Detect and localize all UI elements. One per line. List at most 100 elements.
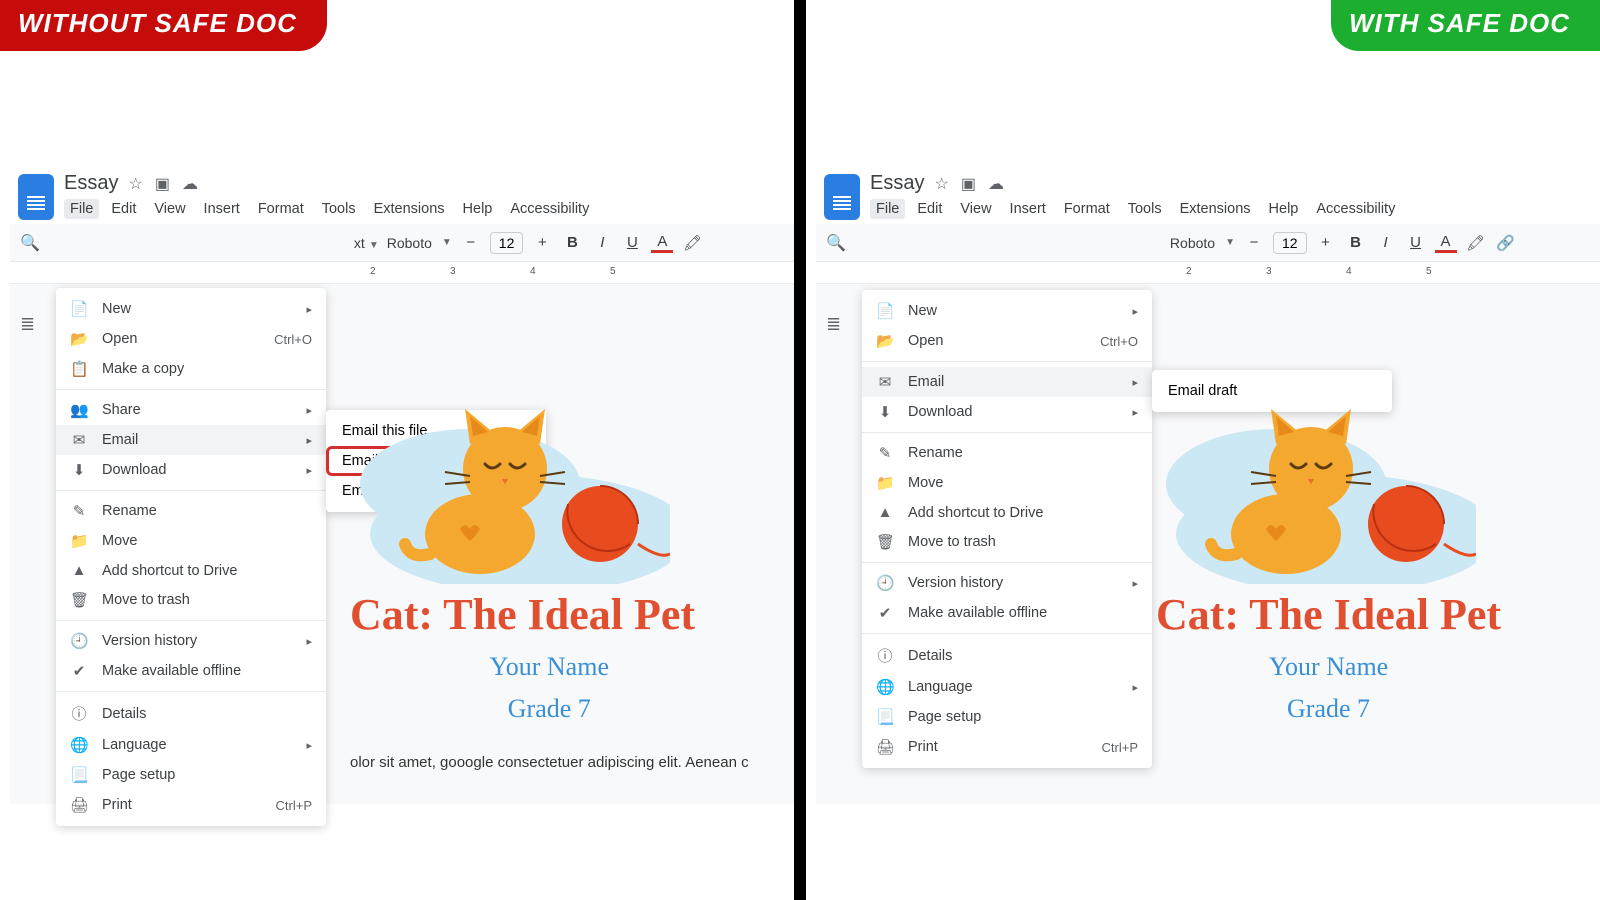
- file-menu-page-setup[interactable]: 📃Page setup: [862, 702, 1152, 732]
- menu-extensions[interactable]: Extensions: [368, 199, 451, 219]
- decrease-font-size-button[interactable]: −: [1243, 234, 1265, 251]
- menu-item-label: Move: [102, 533, 312, 549]
- file-menu-download[interactable]: ⬇Download▸: [56, 455, 326, 485]
- file-menu-version-history[interactable]: 🕘Version history▸: [56, 626, 326, 656]
- menu-file[interactable]: File: [870, 199, 905, 219]
- move-folder-icon[interactable]: ▣: [155, 174, 170, 194]
- document-title[interactable]: Essay: [64, 172, 118, 195]
- submenu-arrow-icon: ▸: [1132, 376, 1138, 389]
- outline-toggle-icon[interactable]: ≣: [826, 314, 841, 335]
- file-menu-make-available-offline[interactable]: ✔Make available offline: [56, 656, 326, 686]
- menu-accessibility[interactable]: Accessibility: [1310, 199, 1401, 219]
- file-menu-email[interactable]: ✉Email▸: [862, 367, 1152, 397]
- underline-button[interactable]: U: [1405, 234, 1427, 251]
- docs-logo-icon[interactable]: [824, 174, 860, 220]
- document-subheading-name: Your Name: [1156, 652, 1501, 682]
- file-menu-download[interactable]: ⬇Download▸: [862, 397, 1152, 427]
- file-menu-language[interactable]: 🌐Language▸: [56, 730, 326, 760]
- star-icon[interactable]: ☆: [128, 174, 142, 194]
- menu-view[interactable]: View: [954, 199, 997, 219]
- file-menu-rename[interactable]: ✎Rename: [56, 496, 326, 526]
- file-menu-move[interactable]: 📁Move: [56, 526, 326, 556]
- menu-item-label: Details: [102, 706, 312, 722]
- file-menu-print[interactable]: 🖨PrintCtrl+P: [862, 732, 1152, 762]
- menu-tools[interactable]: Tools: [316, 199, 362, 219]
- menu-format[interactable]: Format: [1058, 199, 1116, 219]
- file-menu-make-a-copy[interactable]: 📋Make a copy: [56, 354, 326, 384]
- search-icon[interactable]: 🔍: [826, 233, 846, 253]
- file-menu-open[interactable]: 📂OpenCtrl+O: [862, 326, 1152, 356]
- search-icon[interactable]: 🔍: [20, 233, 40, 253]
- new-icon: 📄: [70, 300, 88, 318]
- menu-help[interactable]: Help: [1263, 199, 1305, 219]
- move-folder-icon[interactable]: ▣: [961, 174, 976, 194]
- italic-button[interactable]: I: [591, 234, 613, 251]
- menu-tools[interactable]: Tools: [1122, 199, 1168, 219]
- font-family-selector[interactable]: Roboto: [1170, 235, 1215, 251]
- menu-insert[interactable]: Insert: [198, 199, 246, 219]
- share-icon: 👥: [70, 401, 88, 419]
- underline-button[interactable]: U: [621, 234, 643, 251]
- outline-toggle-icon[interactable]: ≣: [20, 314, 35, 335]
- menu-edit[interactable]: Edit: [911, 199, 948, 219]
- increase-font-size-button[interactable]: +: [1315, 234, 1337, 251]
- version-history-icon: 🕘: [70, 632, 88, 650]
- file-menu-details[interactable]: ⓘDetails: [862, 639, 1152, 672]
- menu-view[interactable]: View: [148, 199, 191, 219]
- bold-button[interactable]: B: [561, 234, 583, 251]
- submenu-arrow-icon: ▸: [306, 464, 312, 477]
- docs-logo-icon[interactable]: [18, 174, 54, 220]
- menu-item-label: New: [908, 303, 1118, 319]
- file-menu-new[interactable]: 📄New▸: [862, 296, 1152, 326]
- submenu-arrow-icon: ▸: [1132, 305, 1138, 318]
- file-menu-language[interactable]: 🌐Language▸: [862, 672, 1152, 702]
- menu-item-label: Language: [102, 737, 292, 753]
- text-color-button[interactable]: A: [1435, 233, 1457, 253]
- file-menu-add-shortcut-to-drive[interactable]: ▲Add shortcut to Drive: [862, 498, 1152, 527]
- file-menu-make-available-offline[interactable]: ✔Make available offline: [862, 598, 1152, 628]
- highlight-button[interactable]: 🖍: [1465, 234, 1487, 252]
- paragraph-style-selector[interactable]: xt▼: [354, 235, 379, 251]
- file-menu-print[interactable]: 🖨PrintCtrl+P: [56, 790, 326, 820]
- menu-insert[interactable]: Insert: [1004, 199, 1052, 219]
- move-to-trash-icon: 🗑: [876, 533, 894, 551]
- menu-item-label: Move: [908, 475, 1138, 491]
- file-menu-page-setup[interactable]: 📃Page setup: [56, 760, 326, 790]
- highlight-button[interactable]: 🖍: [681, 234, 703, 252]
- language-icon: 🌐: [70, 736, 88, 754]
- menu-extensions[interactable]: Extensions: [1174, 199, 1257, 219]
- file-menu-add-shortcut-to-drive[interactable]: ▲Add shortcut to Drive: [56, 556, 326, 585]
- file-menu-new[interactable]: 📄New▸: [56, 294, 326, 324]
- menu-help[interactable]: Help: [457, 199, 499, 219]
- file-menu-open[interactable]: 📂OpenCtrl+O: [56, 324, 326, 354]
- insert-link-button[interactable]: 🔗: [1495, 234, 1517, 252]
- file-menu-move-to-trash[interactable]: 🗑Move to trash: [56, 585, 326, 615]
- increase-font-size-button[interactable]: +: [531, 234, 553, 251]
- menu-item-label: Add shortcut to Drive: [102, 563, 312, 579]
- file-menu-rename[interactable]: ✎Rename: [862, 438, 1152, 468]
- menu-accessibility[interactable]: Accessibility: [504, 199, 595, 219]
- file-menu-share[interactable]: 👥Share▸: [56, 395, 326, 425]
- file-menu-move-to-trash[interactable]: 🗑Move to trash: [862, 527, 1152, 557]
- file-menu-version-history[interactable]: 🕘Version history▸: [862, 568, 1152, 598]
- file-menu-email[interactable]: ✉Email▸: [56, 425, 326, 455]
- star-icon[interactable]: ☆: [934, 174, 948, 194]
- menu-separator: [56, 389, 326, 390]
- language-icon: 🌐: [876, 678, 894, 696]
- italic-button[interactable]: I: [1375, 234, 1397, 251]
- decrease-font-size-button[interactable]: −: [460, 234, 482, 251]
- submenu-arrow-icon: ▸: [1132, 577, 1138, 590]
- menu-separator: [862, 562, 1152, 563]
- document-title[interactable]: Essay: [870, 172, 924, 195]
- font-size-input[interactable]: 12: [1273, 232, 1307, 254]
- bold-button[interactable]: B: [1345, 234, 1367, 251]
- menu-format[interactable]: Format: [252, 199, 310, 219]
- file-menu-details[interactable]: ⓘDetails: [56, 697, 326, 730]
- document-content: Cat: The Ideal Pet Your Name Grade 7: [1156, 384, 1501, 724]
- font-family-selector[interactable]: Roboto: [387, 235, 432, 251]
- menu-edit[interactable]: Edit: [105, 199, 142, 219]
- text-color-button[interactable]: A: [651, 233, 673, 253]
- font-size-input[interactable]: 12: [490, 232, 524, 254]
- menu-file[interactable]: File: [64, 199, 99, 219]
- file-menu-move[interactable]: 📁Move: [862, 468, 1152, 498]
